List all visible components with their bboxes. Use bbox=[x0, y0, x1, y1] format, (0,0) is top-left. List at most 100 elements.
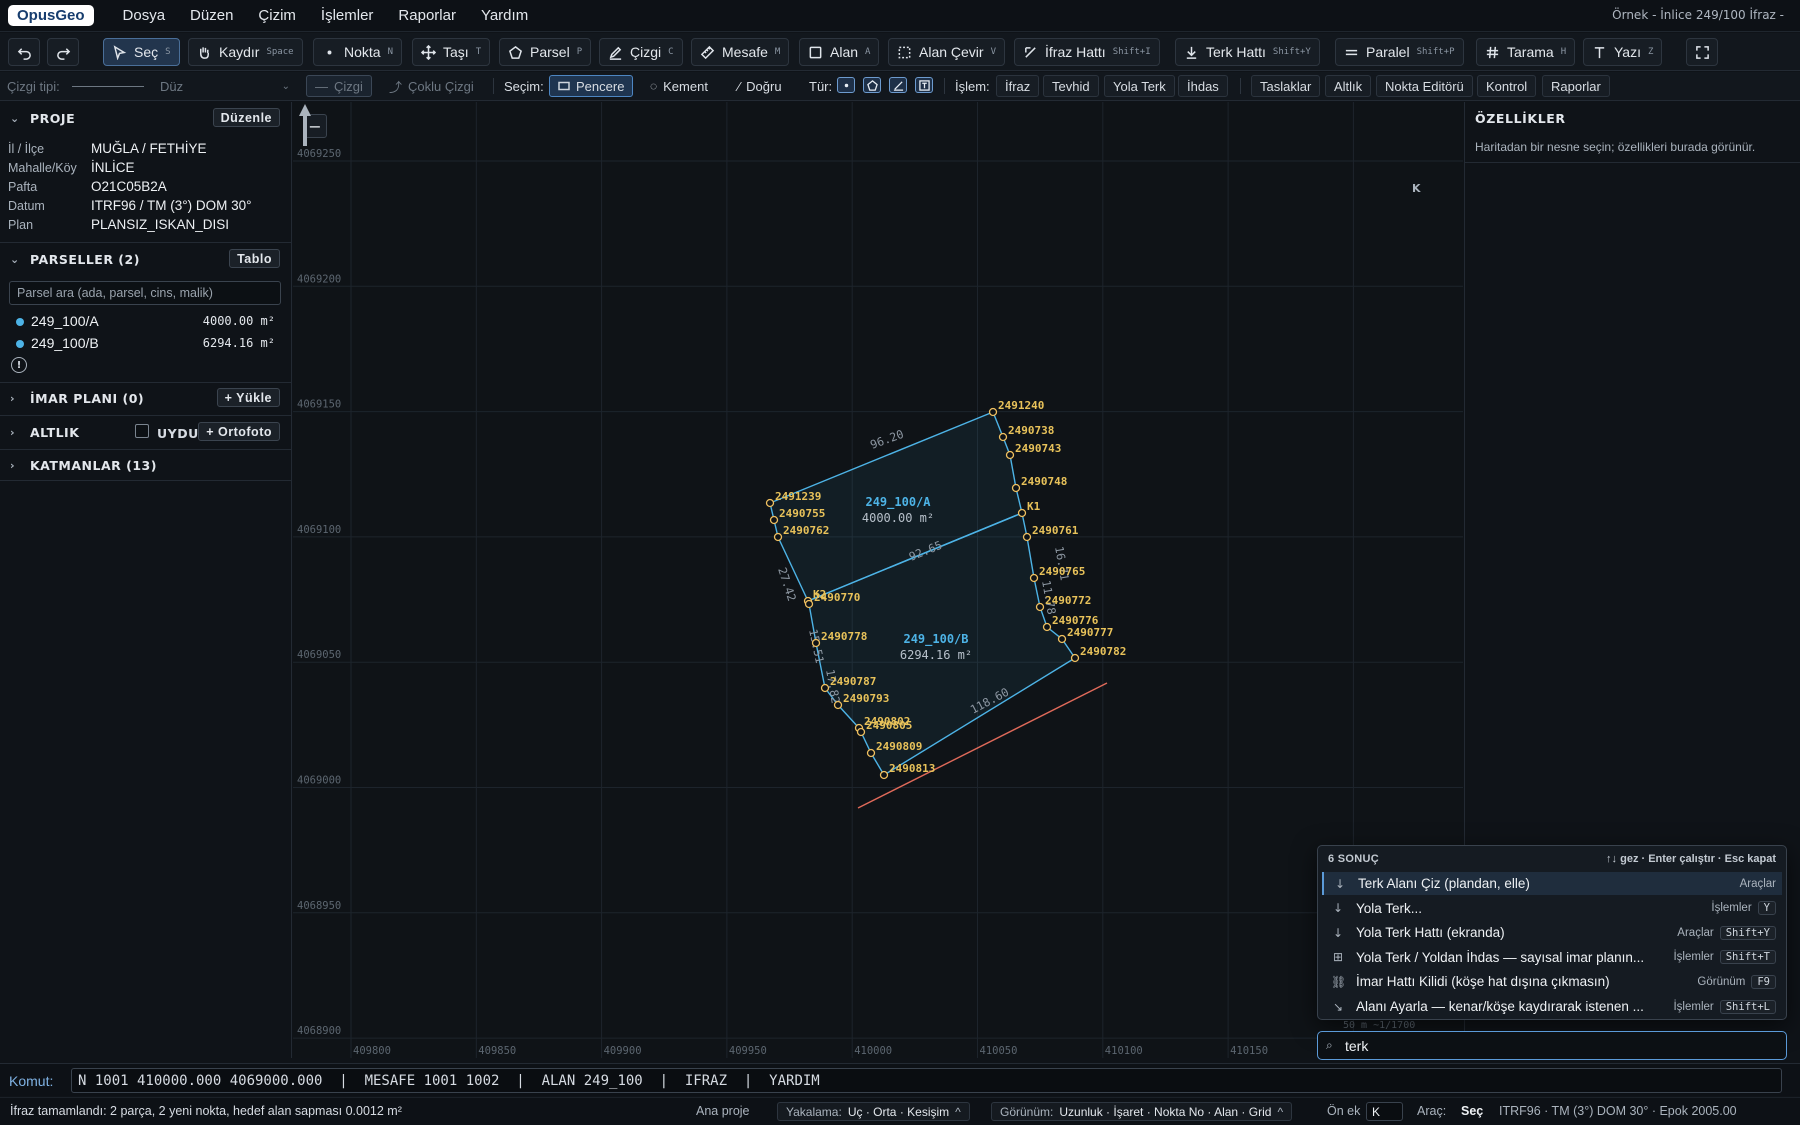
menu-yardim[interactable]: Yardım bbox=[481, 7, 528, 24]
tool-mesafe-button[interactable]: Mesafe M bbox=[691, 38, 790, 66]
tool-tasi-button[interactable]: Taşı T bbox=[412, 38, 491, 66]
menu-raporlar[interactable]: Raporlar bbox=[398, 7, 456, 24]
map-svg[interactable]: 4069250406920040691504069100406905040690… bbox=[293, 102, 1463, 1058]
type-polygon-toggle[interactable] bbox=[863, 77, 881, 93]
app-logo: OpusGeo bbox=[8, 5, 94, 26]
imar-section-header[interactable]: › İMAR PLANI (0) + Yükle bbox=[0, 384, 292, 412]
palette-result-item[interactable]: ↘ Alanı Ayarla — kenar/köşe kaydırarak is… bbox=[1322, 995, 1782, 1018]
ana-proje-label[interactable]: Ana proje bbox=[696, 1104, 750, 1118]
survey-point-label: 2490793 bbox=[843, 692, 889, 705]
warning-icon[interactable]: ! bbox=[11, 357, 27, 373]
ifraz-button[interactable]: İfraz bbox=[996, 75, 1040, 97]
altlik-button[interactable]: Altlık bbox=[1325, 75, 1372, 97]
parcel-list-item[interactable]: 249_100/B 6294.16 m² bbox=[0, 333, 292, 355]
divider bbox=[1240, 78, 1241, 94]
survey-point-marker bbox=[1011, 483, 1021, 493]
tool-ifraz-hatti-button[interactable]: İfraz Hattı Shift+I bbox=[1014, 38, 1160, 66]
tool-terk-hatti-button[interactable]: Terk Hattı Shift+Y bbox=[1175, 38, 1320, 66]
palette-result-item[interactable]: ⛓ İmar Hattı Kilidi (köşe hat dışına çıkm… bbox=[1322, 970, 1782, 993]
tool-kaydir-button[interactable]: Kaydır Space bbox=[188, 38, 303, 66]
menu-cizim[interactable]: Çizim bbox=[258, 7, 296, 24]
palette-result-item[interactable]: ⊞ Yola Terk / Yoldan İhdas — sayısal imar… bbox=[1322, 946, 1782, 969]
y-tick-label: 4068950 bbox=[297, 900, 341, 912]
proje-section-header[interactable]: ⌄ PROJE Düzenle bbox=[0, 104, 292, 132]
katmanlar-section-header[interactable]: › KATMANLAR (13) bbox=[0, 451, 292, 479]
split-icon bbox=[1025, 46, 1036, 58]
palette-search-input[interactable] bbox=[1345, 1035, 1775, 1056]
altlik-section-header[interactable]: › ALTLIK UYDU + Ortofoto bbox=[0, 418, 292, 446]
redo-button[interactable] bbox=[47, 38, 79, 66]
hash-icon bbox=[1486, 46, 1499, 58]
text-icon bbox=[918, 79, 930, 91]
tool-label: Paralel bbox=[1366, 44, 1410, 60]
command-input[interactable] bbox=[71, 1068, 1782, 1093]
imar-upload-button[interactable]: + Yükle bbox=[216, 388, 280, 407]
kement-button[interactable]: ◌ Kement bbox=[650, 75, 708, 97]
tool-label: İfraz Hattı bbox=[1045, 44, 1106, 60]
survey-point-label: 2490778 bbox=[821, 630, 867, 643]
palette-result-item[interactable]: ↓ Terk Alanı Çiz (plandan, elle) Araçlar bbox=[1322, 872, 1782, 895]
tool-nokta-button[interactable]: Nokta N bbox=[313, 38, 402, 66]
result-label: Alanı Ayarla — kenar/köşe kaydırarak ist… bbox=[1356, 999, 1644, 1014]
line-icon: — bbox=[315, 78, 328, 94]
ihdas-button[interactable]: İhdas bbox=[1178, 75, 1228, 97]
tool-shortcut: Z bbox=[1647, 47, 1654, 57]
tool-parsel-button[interactable]: Parsel P bbox=[499, 38, 592, 66]
tool-sec-button[interactable]: Seç S bbox=[103, 38, 180, 66]
tablo-button[interactable]: Tablo bbox=[229, 249, 280, 268]
fullscreen-button[interactable] bbox=[1686, 38, 1718, 66]
parseller-section-header[interactable]: ⌄ PARSELLER (2) Tablo bbox=[0, 245, 292, 273]
proje-edit-button[interactable]: Düzenle bbox=[212, 108, 280, 127]
gorunum-selector[interactable]: Görünüm: Uzunluk · İşaret · Nokta No · A… bbox=[991, 1102, 1293, 1121]
yola-terk-button[interactable]: Yola Terk bbox=[1104, 75, 1175, 97]
line-style-value: Düz bbox=[160, 78, 184, 94]
altlik-title: ALTLIK bbox=[30, 424, 80, 440]
gorunum-value: Uzunluk · İşaret · Nokta No · Alan · Gri… bbox=[1059, 1104, 1272, 1119]
lasso-icon: ◌ bbox=[650, 79, 658, 93]
crs-info: ITRF96 · TM (3°) DOM 30° · Epok 2005.00 bbox=[1499, 1104, 1737, 1118]
y-tick-label: 4069150 bbox=[297, 399, 341, 411]
parcel-list-item[interactable]: 249_100/A 4000.00 m² bbox=[0, 311, 292, 333]
type-point-toggle[interactable] bbox=[837, 77, 855, 93]
yakalama-selector[interactable]: Yakalama: Uç · Orta · Kesişim ^ bbox=[777, 1102, 970, 1121]
map-canvas[interactable]: 4069250 4069200 4069150 4069100 4069050 40690… bbox=[293, 102, 1463, 1058]
pencere-button[interactable]: Pencere bbox=[549, 75, 634, 97]
uydu-checkbox[interactable] bbox=[135, 424, 149, 438]
undo-button[interactable] bbox=[8, 38, 40, 66]
nokta-editoru-button[interactable]: Nokta Editörü bbox=[1376, 75, 1473, 97]
taslaklar-button[interactable]: Taslaklar bbox=[1251, 75, 1321, 97]
tool-paralel-button[interactable]: Paralel Shift+P bbox=[1335, 38, 1464, 66]
raporlar-button[interactable]: Raporlar bbox=[1542, 75, 1610, 97]
menu-dosya[interactable]: Dosya bbox=[123, 7, 166, 24]
type-line-toggle[interactable] bbox=[889, 77, 907, 93]
y-tick-label: 4069050 bbox=[297, 649, 341, 661]
ortofoto-button[interactable]: + Ortofoto bbox=[198, 422, 280, 441]
tool-label: Kaydır bbox=[219, 44, 260, 60]
kontrol-button[interactable]: Kontrol bbox=[1477, 75, 1537, 97]
result-shortcut: Shift+L bbox=[1719, 999, 1776, 1014]
cizgi-mode-button[interactable]: — Çizgi bbox=[306, 75, 372, 97]
tool-shortcut: N bbox=[387, 47, 393, 57]
palette-result-item[interactable]: ↓ Yola Terk Hattı (ekranda) Araçlar Shift+Y bbox=[1322, 921, 1782, 944]
tool-yazi-button[interactable]: Yazı Z bbox=[1583, 38, 1663, 66]
tevhid-button[interactable]: Tevhid bbox=[1043, 75, 1099, 97]
tool-cizgi-button[interactable]: Çizgi C bbox=[599, 38, 683, 66]
tool-tarama-button[interactable]: Tarama H bbox=[1476, 38, 1576, 66]
line-style-select[interactable]: Düz ⌄ bbox=[160, 75, 290, 97]
result-icon: ⛓ bbox=[1331, 974, 1347, 989]
menu-islemler[interactable]: İşlemler bbox=[321, 7, 374, 24]
result-category: Araçlar bbox=[1739, 877, 1776, 890]
onek-input[interactable] bbox=[1366, 1102, 1403, 1121]
survey-point-marker bbox=[820, 683, 830, 693]
coklu-cizgi-button[interactable]: ⤴ Çoklu Çizgi bbox=[389, 75, 474, 97]
tool-alan-cevir-button[interactable]: Alan Çevir V bbox=[888, 38, 1006, 66]
menu-duzen[interactable]: Düzen bbox=[190, 7, 233, 24]
tool-alan-button[interactable]: Alan A bbox=[799, 38, 880, 66]
result-category: İşlemler bbox=[1711, 902, 1752, 915]
line-type-option: Çizgi tipi: bbox=[7, 75, 144, 97]
palette-result-item[interactable]: ↓ Yola Terk... İşlemler Y bbox=[1322, 897, 1782, 920]
parcel-search-input[interactable] bbox=[9, 281, 281, 305]
line-type-label: Çizgi tipi: bbox=[7, 78, 60, 94]
dogru-button[interactable]: ⁄ Doğru bbox=[738, 75, 782, 97]
type-text-toggle[interactable] bbox=[915, 77, 933, 93]
